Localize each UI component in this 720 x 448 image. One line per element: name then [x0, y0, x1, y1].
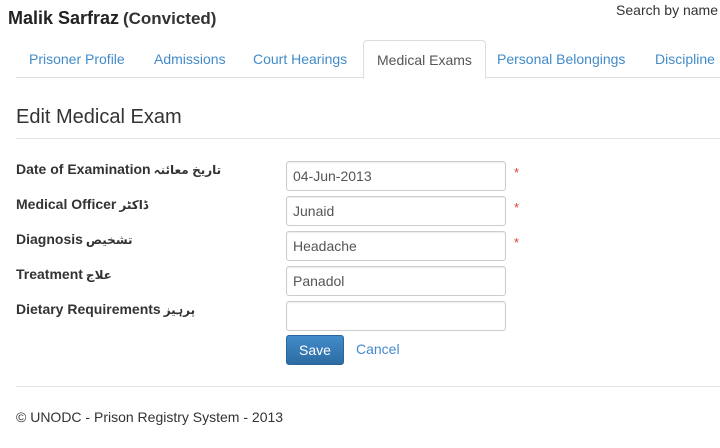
required-marker: *: [514, 200, 520, 215]
prisoner-header: Malik Sarfraz (Convicted): [8, 8, 216, 32]
dietary-requirements-input[interactable]: [286, 301, 506, 331]
treatment-input[interactable]: [286, 266, 506, 296]
required-marker: *: [514, 235, 520, 250]
search-by-name-link[interactable]: Search by name: [616, 2, 718, 18]
medical-officer-input[interactable]: [286, 196, 506, 226]
prisoner-name: Malik Sarfraz: [8, 8, 120, 28]
page-title: Edit Medical Exam: [16, 106, 182, 128]
date-of-examination-urdu-label: تاریخ معائنہ: [153, 163, 222, 177]
dietary-requirements-label: Dietary Requirements پرہیز: [16, 301, 196, 317]
medical-officer-urdu-label: ڈاکٹر: [119, 198, 149, 212]
diagnosis-label: Diagnosis تشخیص: [16, 231, 133, 247]
required-marker: *: [514, 165, 520, 180]
dietary-requirements-urdu-label: پرہیز: [163, 303, 196, 317]
footer-divider: [16, 386, 720, 387]
date-of-examination-label: Date of Examination تاریخ معائنہ: [16, 161, 222, 177]
tab-prisoner-profile[interactable]: Prisoner Profile: [16, 40, 138, 78]
tab-medical-exams[interactable]: Medical Exams: [363, 40, 486, 79]
diagnosis-urdu-label: تشخیص: [85, 233, 133, 247]
save-button[interactable]: Save: [286, 335, 344, 365]
tab-court-hearings[interactable]: Court Hearings: [240, 40, 360, 78]
tab-bar: Prisoner Profile Admissions Court Hearin…: [16, 40, 720, 79]
treatment-label: Treatment علاج: [16, 266, 112, 282]
footer-copyright: © UNODC - Prison Registry System - 2013: [16, 409, 284, 425]
tab-personal-belongings[interactable]: Personal Belongings: [484, 40, 638, 78]
date-of-examination-input[interactable]: [286, 161, 506, 191]
cancel-link[interactable]: Cancel: [356, 341, 400, 357]
tab-discipline[interactable]: Discipline: [642, 40, 720, 78]
treatment-urdu-label: علاج: [85, 268, 112, 282]
title-divider: [16, 138, 720, 139]
prisoner-status: (Convicted): [122, 9, 217, 28]
medical-officer-label: Medical Officer ڈاکٹر: [16, 196, 149, 212]
tab-admissions[interactable]: Admissions: [141, 40, 239, 78]
diagnosis-input[interactable]: [286, 231, 506, 261]
